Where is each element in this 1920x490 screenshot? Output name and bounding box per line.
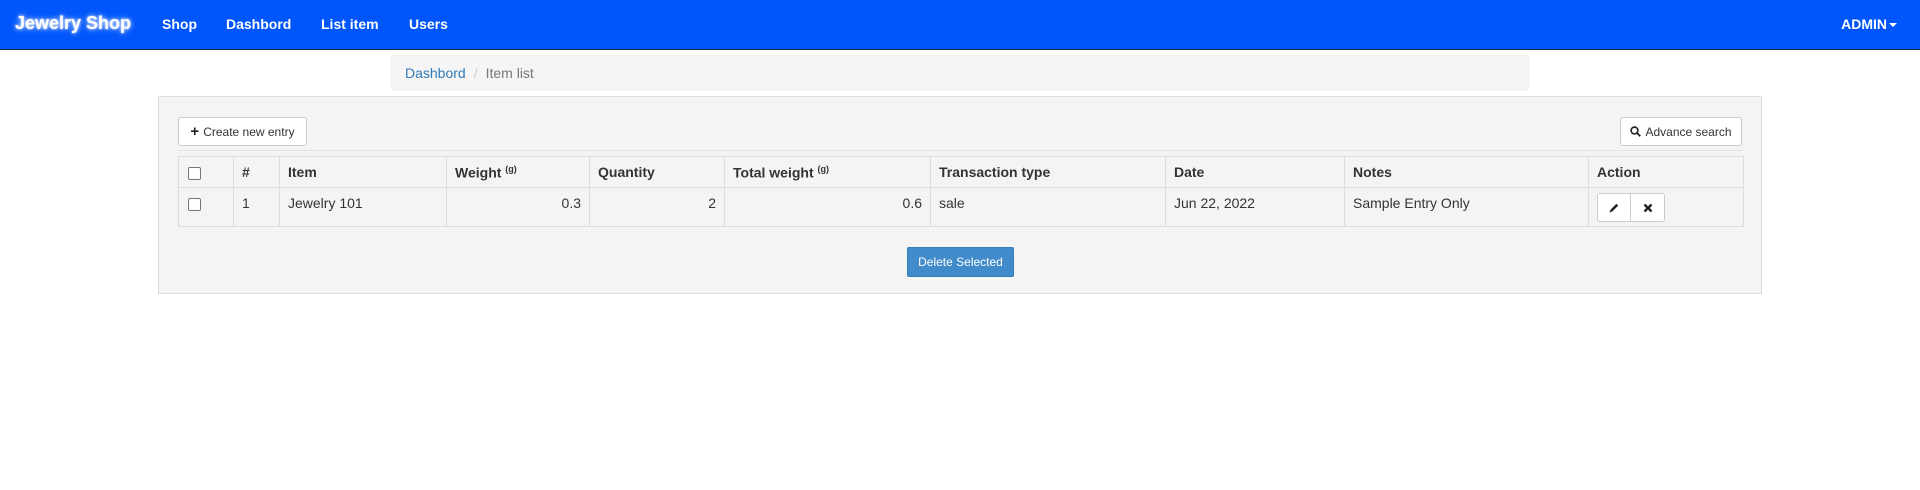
breadcrumb-current: Item list bbox=[485, 65, 534, 81]
header-total-weight-label: Total weight bbox=[733, 164, 814, 181]
pencil-icon bbox=[1609, 203, 1619, 212]
header-notes: Notes bbox=[1344, 156, 1589, 188]
nav-link-dashboard[interactable]: Dashbord bbox=[226, 16, 291, 32]
select-all-checkbox[interactable] bbox=[188, 166, 201, 180]
row-item: Jewelry 101 bbox=[279, 187, 447, 227]
breadcrumb-separator: / bbox=[473, 65, 478, 81]
nav-link-shop[interactable]: Shop bbox=[162, 16, 197, 32]
edit-button[interactable] bbox=[1597, 193, 1631, 222]
items-table: # Item Weight (g) Quantity Total weight … bbox=[178, 156, 1744, 227]
row-actions bbox=[1588, 187, 1744, 227]
user-menu[interactable]: ADMIN bbox=[1841, 16, 1897, 32]
header-select-all bbox=[178, 156, 234, 188]
create-new-entry-label: Create new entry bbox=[203, 124, 295, 139]
breadcrumb: Dashbord / Item list bbox=[390, 55, 1530, 91]
caret-down-icon bbox=[1889, 23, 1897, 28]
header-quantity: Quantity bbox=[589, 156, 725, 188]
delete-selected-button[interactable]: Delete Selected bbox=[907, 247, 1014, 277]
header-action: Action bbox=[1588, 156, 1744, 188]
row-action-group bbox=[1597, 193, 1735, 222]
advance-search-button[interactable]: Advance search bbox=[1620, 117, 1742, 146]
header-weight-label: Weight bbox=[455, 164, 502, 181]
header-weight-unit: (g) bbox=[505, 163, 517, 174]
item-list-panel: + Create new entry Advance search # Item… bbox=[158, 96, 1762, 294]
header-transaction-type: Transaction type bbox=[930, 156, 1166, 188]
search-icon bbox=[1630, 126, 1642, 137]
table-row: 1 Jewelry 101 0.3 2 0.6 sale Jun 22, 202… bbox=[178, 187, 1744, 227]
breadcrumb-link-dashboard[interactable]: Dashbord bbox=[405, 65, 466, 81]
header-index: # bbox=[233, 156, 280, 188]
row-notes: Sample Entry Only bbox=[1344, 187, 1589, 227]
nav-link-users[interactable]: Users bbox=[409, 16, 448, 32]
brand-logo[interactable]: Jewelry Shop bbox=[15, 13, 131, 34]
plus-icon: + bbox=[190, 123, 200, 140]
navbar: Jewelry Shop Shop Dashbord List item Use… bbox=[0, 0, 1920, 50]
row-quantity: 2 bbox=[589, 187, 725, 227]
user-menu-label: ADMIN bbox=[1841, 16, 1887, 32]
times-icon bbox=[1643, 203, 1652, 212]
row-weight: 0.3 bbox=[446, 187, 590, 227]
row-checkbox[interactable] bbox=[188, 197, 201, 211]
header-weight: Weight (g) bbox=[446, 156, 590, 188]
row-select-cell bbox=[178, 187, 234, 227]
table-header-row: # Item Weight (g) Quantity Total weight … bbox=[178, 156, 1744, 188]
advance-search-label: Advance search bbox=[1645, 124, 1732, 139]
row-date: Jun 22, 2022 bbox=[1165, 187, 1345, 227]
delete-row-button[interactable] bbox=[1631, 193, 1665, 222]
create-new-entry-button[interactable]: + Create new entry bbox=[178, 117, 307, 146]
header-item: Item bbox=[279, 156, 447, 188]
row-transaction-type: sale bbox=[930, 187, 1166, 227]
toolbar-divider bbox=[178, 150, 1743, 151]
row-index: 1 bbox=[233, 187, 280, 227]
header-total-weight: Total weight (g) bbox=[724, 156, 931, 188]
row-total-weight: 0.6 bbox=[724, 187, 931, 227]
nav-link-list-item[interactable]: List item bbox=[321, 16, 379, 32]
header-total-weight-unit: (g) bbox=[817, 163, 830, 174]
header-date: Date bbox=[1165, 156, 1345, 188]
